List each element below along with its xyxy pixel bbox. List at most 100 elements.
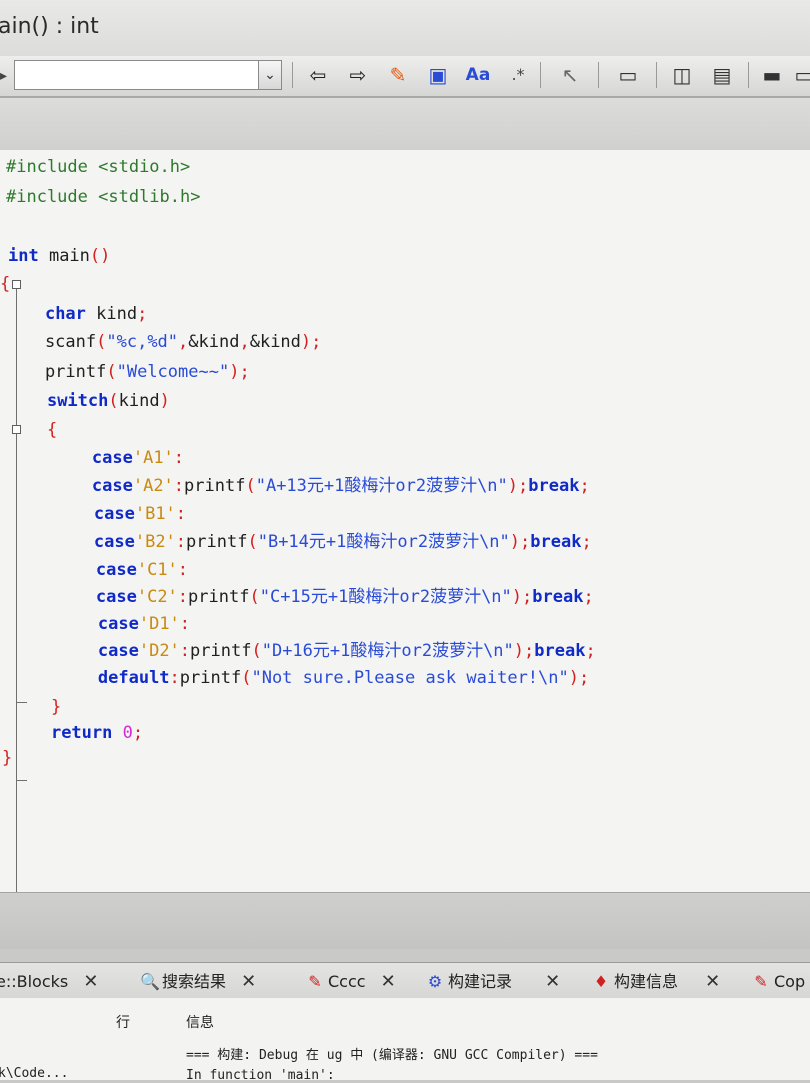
- toolbar-overflow-icon[interactable]: ▸: [0, 68, 7, 84]
- code-token: break: [530, 532, 582, 552]
- code-line[interactable]: printf("Welcome~~");: [4, 362, 250, 382]
- pencil-icon: ✎: [754, 972, 768, 991]
- code-line[interactable]: char kind;: [4, 304, 147, 324]
- close-icon[interactable]: ✕: [241, 969, 256, 995]
- column-header-message[interactable]: 信息: [186, 1012, 214, 1032]
- code-line[interactable]: {: [0, 274, 10, 294]
- code-line[interactable]: case'A2':printf("A+13元+1酸梅汁or2菠萝汁\n");br…: [10, 476, 590, 496]
- pencil-icon: ✎: [308, 972, 322, 991]
- toolbar-separator: [540, 62, 541, 88]
- close-icon[interactable]: ✕: [545, 969, 560, 995]
- code-token: #include: [6, 187, 99, 207]
- code-line[interactable]: case'C1':: [14, 560, 188, 580]
- code-token: (: [249, 587, 260, 607]
- tab-label: Cccc: [328, 972, 366, 991]
- code-token: 'C2': [136, 587, 178, 607]
- log-tab-cppcheck[interactable]: ✎ Cop: [752, 969, 805, 995]
- code-line[interactable]: case'B2':printf("B+14元+1酸梅汁or2菠萝汁\n");br…: [12, 532, 592, 552]
- close-icon[interactable]: ✕: [381, 969, 396, 995]
- code-token: #include: [6, 157, 99, 177]
- fold-toggle-icon[interactable]: [12, 280, 21, 289]
- code-token: printf: [190, 641, 252, 661]
- code-token: case: [91, 476, 133, 496]
- code-token: 'D2': [138, 641, 180, 661]
- code-token: (: [106, 362, 117, 382]
- tab-label: 搜索结果: [162, 972, 227, 991]
- code-line[interactable]: case'C2':printf("C+15元+1酸梅汁or2菠萝汁\n");br…: [14, 587, 594, 607]
- code-token: <stdlib.h>: [98, 187, 201, 207]
- code-token: :: [179, 614, 191, 634]
- code-token: "Welcome~~": [116, 362, 230, 382]
- code-token: :: [175, 504, 187, 524]
- select-icon[interactable]: ▣: [424, 62, 452, 88]
- code-token: (: [247, 532, 258, 552]
- code-token: break: [528, 476, 580, 496]
- code-line[interactable]: case'D1':: [16, 614, 190, 634]
- close-icon[interactable]: ✕: [705, 969, 720, 995]
- code-token: printf: [188, 587, 250, 607]
- block-icon[interactable]: ▬: [758, 62, 786, 88]
- code-line[interactable]: return 0;: [10, 723, 143, 743]
- code-line[interactable]: #include <stdio.h>: [6, 157, 190, 177]
- code-token: case: [95, 587, 137, 607]
- highlight-icon[interactable]: ✎: [384, 62, 412, 88]
- code-token: ;: [581, 532, 592, 552]
- log-tab-build-messages[interactable]: ♦ 构建信息 ✕: [592, 969, 720, 995]
- note-icon[interactable]: ▤: [708, 62, 736, 88]
- font-icon[interactable]: Aa: [464, 62, 492, 88]
- log-tab-cccc[interactable]: ✎ Cccc ✕: [306, 969, 396, 995]
- code-token: "Not sure.Please ask waiter!\n": [251, 668, 569, 688]
- code-token: ,: [178, 332, 189, 352]
- code-token: switch: [46, 391, 109, 411]
- code-token: char: [44, 304, 86, 324]
- column-header-line[interactable]: 行: [116, 1012, 130, 1032]
- code-line[interactable]: }: [2, 748, 12, 768]
- function-scope-label: ain() : int: [0, 14, 99, 39]
- code-token: (: [241, 668, 252, 688]
- code-line[interactable]: }: [10, 697, 61, 717]
- regex-icon[interactable]: .*: [504, 62, 532, 88]
- window-icon[interactable]: ◫: [668, 62, 696, 88]
- rect-icon[interactable]: ▭: [614, 62, 642, 88]
- scope-combobox[interactable]: ⌄: [14, 60, 282, 90]
- code-line[interactable]: case'A1':: [10, 448, 184, 468]
- code-token: &kind: [188, 332, 240, 352]
- log-tab-bar: e::Blocks ✕ 🔍 搜索结果 ✕ ✎ Cccc ✕ ⚙ 构建记录 ✕ ♦ 构建信…: [0, 962, 810, 1000]
- code-line[interactable]: switch(kind): [6, 391, 170, 411]
- code-line[interactable]: case'B1':: [12, 504, 186, 524]
- code-token: :: [169, 668, 180, 688]
- gear-icon: ⚙: [427, 972, 443, 991]
- code-token: {: [46, 420, 58, 440]
- log-tab-search-results[interactable]: 🔍 搜索结果 ✕: [140, 969, 256, 995]
- code-line[interactable]: #include <stdlib.h>: [6, 187, 200, 207]
- code-token: (: [251, 641, 262, 661]
- chevron-down-icon[interactable]: ⌄: [258, 61, 281, 89]
- editor-tab-strip: [0, 98, 810, 151]
- code-token: int: [8, 246, 39, 266]
- log-tab-codeblocks[interactable]: e::Blocks ✕: [0, 969, 98, 995]
- code-line[interactable]: scanf("%c,%d",&kind,&kind);: [4, 332, 321, 352]
- code-token: printf: [179, 668, 242, 688]
- block-icon[interactable]: ▭: [790, 62, 810, 88]
- fold-toggle-icon[interactable]: [12, 425, 21, 434]
- code-editor[interactable]: #include <stdio.h> #include <stdlib.h> int…: [0, 150, 810, 922]
- log-message: In function 'main':: [186, 1068, 335, 1083]
- arrow-left-icon[interactable]: ⇦: [304, 62, 332, 88]
- close-icon[interactable]: ✕: [83, 969, 98, 995]
- warning-icon: ♦: [593, 972, 609, 991]
- cursor-icon[interactable]: ↖: [556, 62, 584, 88]
- code-token: "%c,%d": [106, 332, 179, 352]
- code-line[interactable]: default:printf("Not sure.Please ask wait…: [16, 668, 589, 688]
- code-token: }: [50, 697, 62, 717]
- code-line[interactable]: int main(): [8, 246, 110, 266]
- panel-splitter[interactable]: [0, 892, 810, 949]
- tab-label: 构建记录: [448, 972, 513, 991]
- code-token: ;: [583, 587, 594, 607]
- arrow-right-icon[interactable]: ⇨: [344, 62, 372, 88]
- code-line[interactable]: case'D2':printf("D+16元+1酸梅汁or2菠萝汁\n");br…: [16, 641, 596, 661]
- log-tab-build-log[interactable]: ⚙ 构建记录 ✕: [426, 969, 560, 995]
